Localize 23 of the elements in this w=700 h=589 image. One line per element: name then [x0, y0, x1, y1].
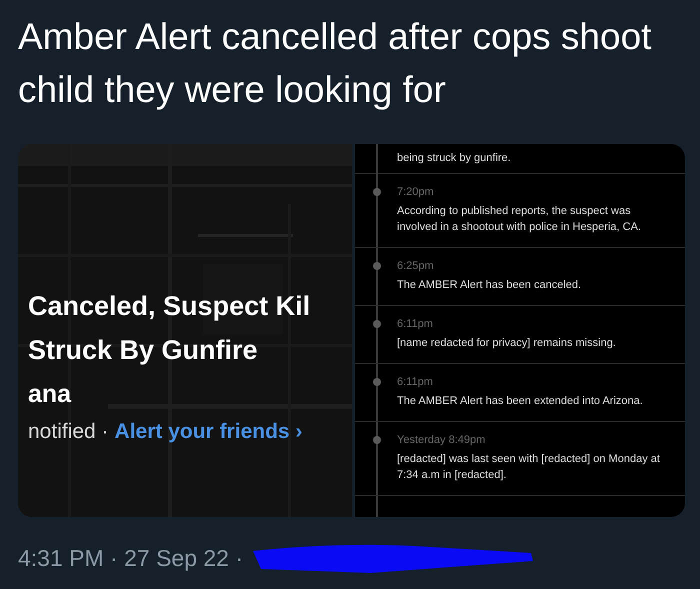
timeline-text: The AMBER Alert has been extended into Arizona. [397, 394, 644, 409]
tweet-text: Amber Alert cancelled after cops shoot child they were looking for [18, 15, 652, 112]
alert-headline: Canceled, Suspect Kil [28, 290, 310, 323]
timeline-dot [373, 188, 381, 196]
timeline-time: 7:20pm [397, 186, 435, 198]
tweet-timestamp: 4:31 PM · 27 Sep 22 · [18, 544, 244, 572]
timeline-text: being struck by gunfire. [355, 144, 685, 174]
timeline-dot [373, 262, 381, 270]
timeline-dot [373, 378, 381, 386]
notified-text: notified · [28, 420, 109, 444]
timeline-dot [373, 436, 381, 444]
timeline-time: 6:11pm [397, 318, 434, 330]
timeline-text: [redacted] was last seen with [redacted] on Monday at 7:34 a.m in [redacted]. [397, 452, 661, 483]
timeline-time: Yesterday 8:49pm [397, 434, 486, 446]
timeline-dot [373, 320, 381, 328]
timeline-time: 6:11pm [397, 376, 434, 388]
alert-friends-link[interactable]: Alert your friends › [114, 420, 302, 444]
timeline-text: The AMBER Alert has been canceled. [397, 278, 582, 293]
alert-headline: Struck By Gunfire [28, 334, 258, 367]
alert-location: ana [28, 379, 72, 410]
timeline-text: According to published reports, the suspect was involved in a shootout with police in Hesperia, CA. [397, 204, 642, 235]
timeline-time: 6:25pm [397, 260, 435, 272]
timeline-text: [name redacted for privacy] remains missing. [397, 336, 617, 351]
